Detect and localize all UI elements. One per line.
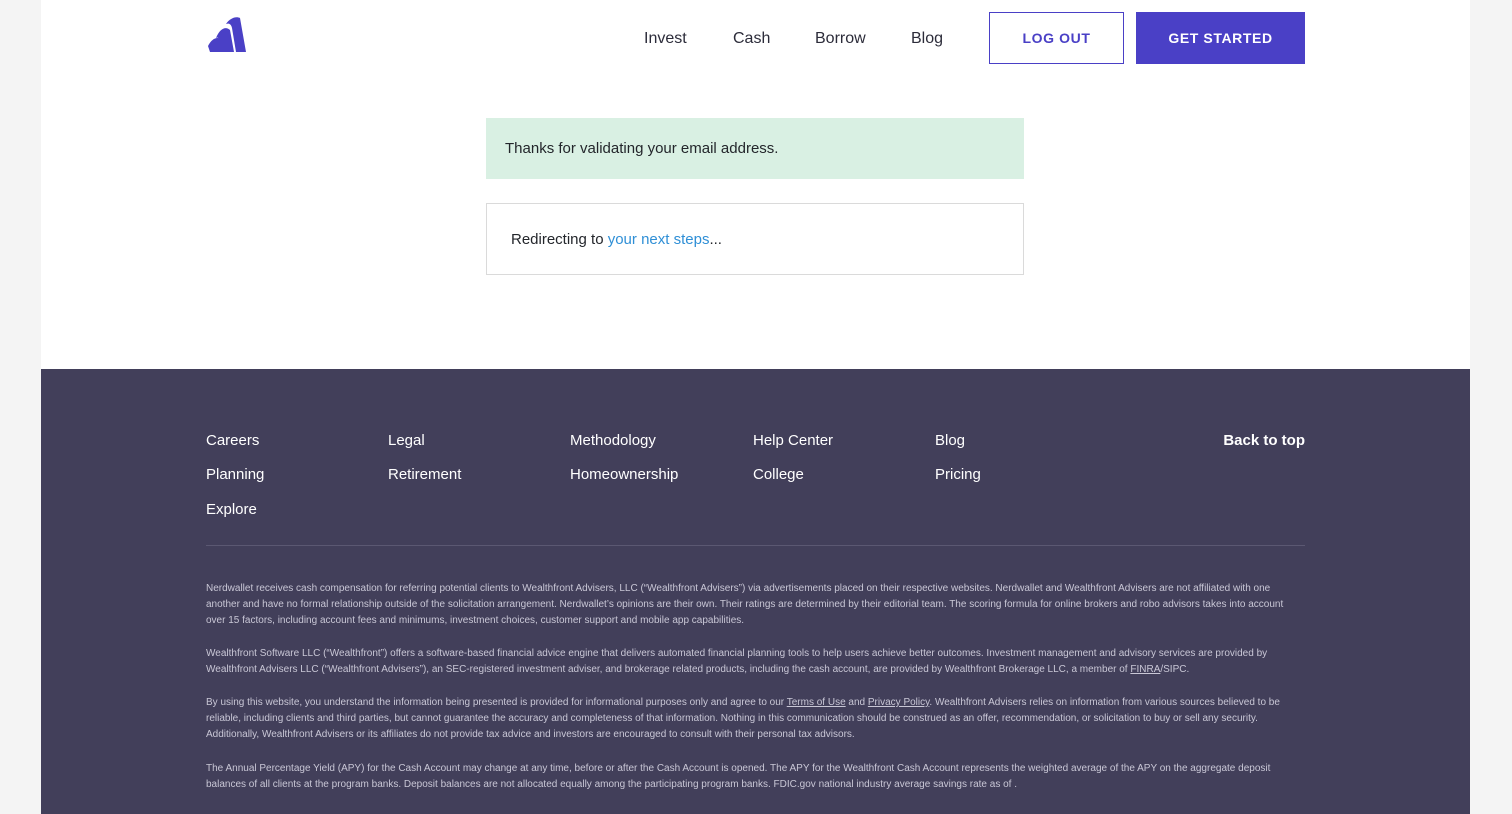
back-to-top-link[interactable]: Back to top [1223, 431, 1305, 451]
page: Invest Cash Borrow Blog LOG OUT GET STAR… [41, 0, 1470, 814]
privacy-policy-link[interactable]: Privacy Policy [868, 697, 930, 708]
wealthfront-logo-icon[interactable] [206, 16, 246, 54]
nav-invest[interactable]: Invest [644, 28, 687, 50]
disclosure-wealthfront-end: /SIPC. [1160, 664, 1190, 675]
footer-link-methodology[interactable]: Methodology [570, 431, 656, 451]
footer-link-legal[interactable]: Legal [388, 431, 425, 451]
flash-text: Thanks for validating your email address… [505, 140, 779, 157]
disclosure-terms-intro: By using this website, you understand th… [206, 697, 787, 708]
disclosure-nerdwallet: Nerdwallet receives cash compensation fo… [206, 583, 1284, 626]
get-started-button[interactable]: GET STARTED [1136, 12, 1305, 64]
footer-link-planning[interactable]: Planning [206, 465, 264, 485]
terms-of-use-link[interactable]: Terms of Use [787, 697, 846, 708]
nav-cash[interactable]: Cash [733, 28, 770, 50]
footer-link-retirement[interactable]: Retirement [388, 465, 461, 485]
footer-link-careers[interactable]: Careers [206, 431, 259, 451]
redirect-suffix: ... [709, 230, 722, 248]
footer-link-blog[interactable]: Blog [935, 431, 965, 451]
disclosure-terms: By using this website, you understand th… [206, 695, 1305, 743]
footer-link-explore[interactable]: Explore [206, 500, 257, 520]
disclosure-terms-and: and [845, 697, 868, 708]
footer-divider [206, 545, 1305, 546]
disclosure-wealthfront-text: Wealthfront Software LLC (“Wealthfront”)… [206, 648, 1268, 675]
finra-link[interactable]: FINRA [1130, 664, 1160, 675]
footer-link-pricing[interactable]: Pricing [935, 465, 981, 485]
nav-blog[interactable]: Blog [911, 28, 943, 50]
redirect-box: Redirecting to your next steps... [486, 203, 1024, 275]
disclosure-wealthfront: Wealthfront Software LLC (“Wealthfront”)… [206, 646, 1305, 678]
disclosure-apy: The Annual Percentage Yield (APY) for th… [206, 763, 1271, 790]
log-out-button[interactable]: LOG OUT [989, 12, 1124, 64]
success-flash-message: Thanks for validating your email address… [486, 118, 1024, 179]
redirect-prefix: Redirecting to [511, 230, 608, 248]
footer-link-college[interactable]: College [753, 465, 804, 485]
footer-link-help-center[interactable]: Help Center [753, 431, 833, 451]
next-steps-link[interactable]: your next steps [608, 231, 710, 248]
footer-link-homeownership[interactable]: Homeownership [570, 465, 678, 485]
nav-borrow[interactable]: Borrow [815, 28, 866, 50]
footer: Careers Legal Methodology Help Center Bl… [41, 369, 1470, 814]
